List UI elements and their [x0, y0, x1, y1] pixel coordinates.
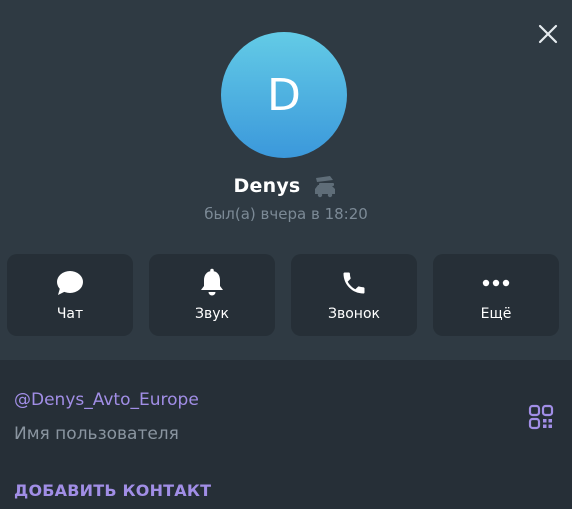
phone-icon — [337, 266, 371, 300]
avatar[interactable]: D — [221, 32, 347, 158]
sound-button[interactable]: Звук — [149, 254, 275, 336]
close-icon — [538, 24, 558, 44]
sound-button-label: Звук — [195, 306, 229, 322]
chat-button[interactable]: Чат — [7, 254, 133, 336]
action-buttons: Чат Звук Звонок Ещё — [7, 254, 563, 336]
username-caption: Имя пользователя — [14, 424, 179, 444]
call-button-label: Звонок — [328, 306, 380, 322]
contact-name: Denys — [233, 175, 301, 197]
car-icon — [315, 176, 336, 198]
info-section: @Denys_Avto_Europe Имя пользователя ДОБА… — [0, 360, 572, 509]
username-link[interactable]: @Denys_Avto_Europe — [14, 390, 199, 410]
name-row: Denys — [0, 172, 572, 200]
qr-code-icon — [528, 404, 554, 430]
avatar-letter: D — [267, 69, 301, 121]
more-dots-icon — [479, 266, 513, 300]
bell-icon — [195, 266, 229, 300]
call-button[interactable]: Звонок — [291, 254, 417, 336]
close-button[interactable] — [534, 20, 562, 48]
profile-header: D Denys был(а) вчера в 18:20 Чат Звук Зв… — [0, 0, 572, 360]
more-button[interactable]: Ещё — [433, 254, 559, 336]
add-contact-button[interactable]: ДОБАВИТЬ КОНТАКТ — [14, 481, 211, 500]
last-seen-status: был(а) вчера в 18:20 — [204, 205, 368, 223]
chat-bubble-icon — [53, 266, 87, 300]
more-button-label: Ещё — [480, 306, 512, 322]
emoji-status[interactable] — [312, 174, 338, 198]
chat-button-label: Чат — [56, 306, 84, 322]
qr-code-button[interactable] — [528, 404, 554, 430]
